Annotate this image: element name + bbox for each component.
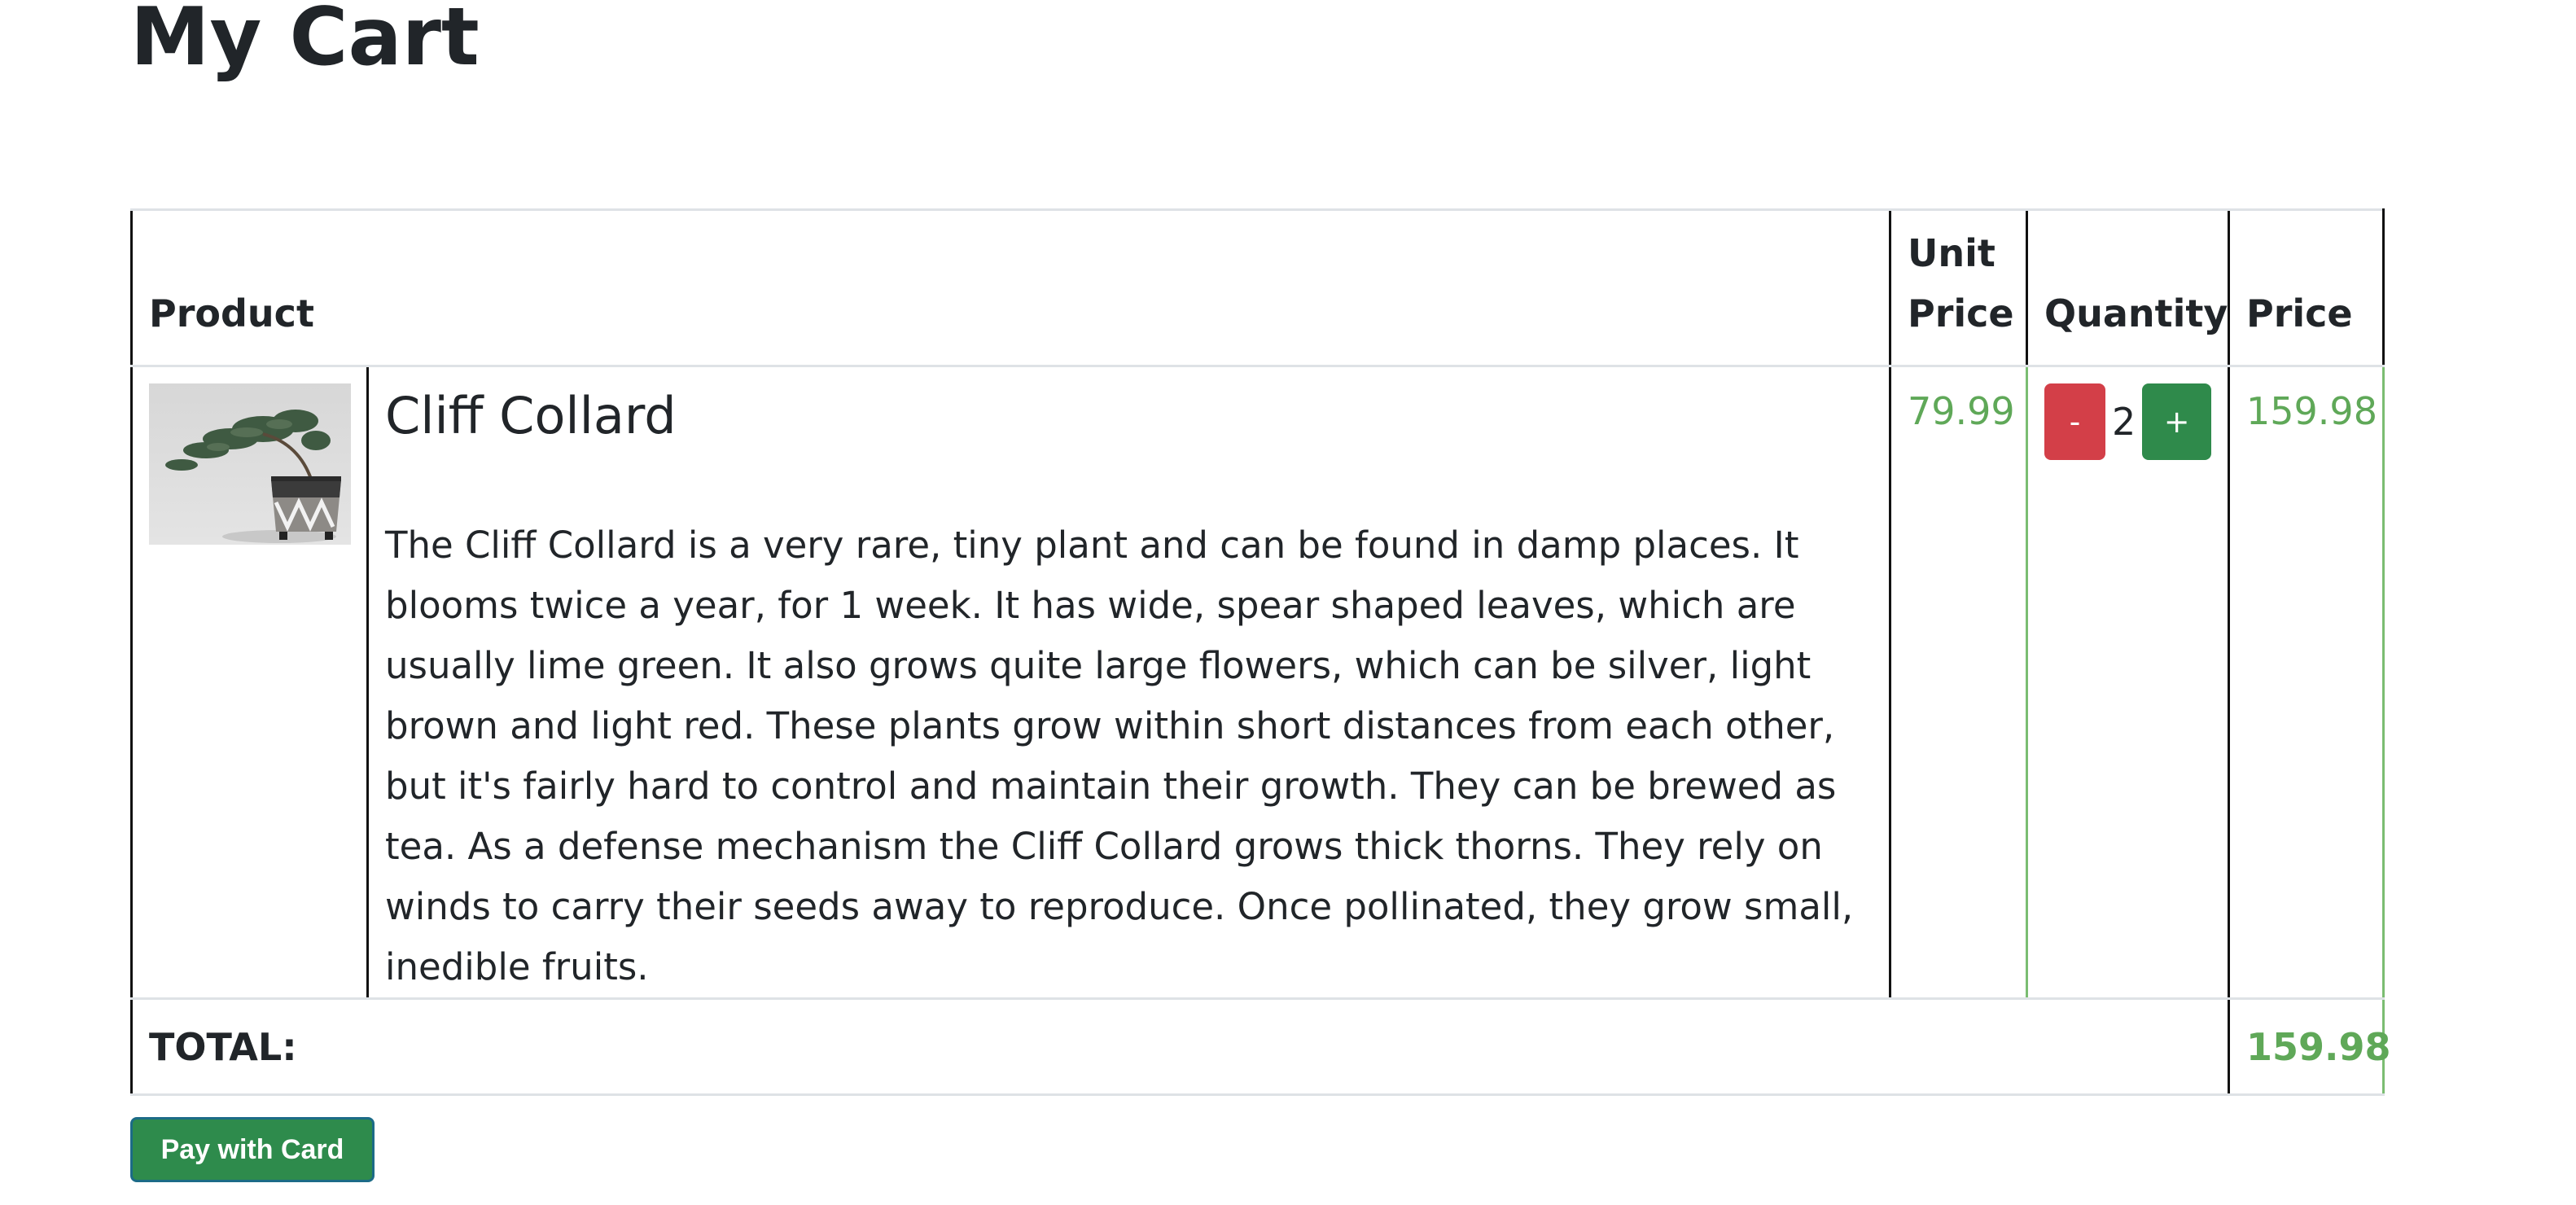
product-name: Cliff Collard xyxy=(385,386,677,445)
header-unit-price-label: Unit Price xyxy=(1908,231,2014,335)
decrease-quantity-button[interactable]: - xyxy=(2044,383,2105,460)
quantity-value: 2 xyxy=(2111,400,2136,444)
increase-quantity-button[interactable]: + xyxy=(2142,383,2212,460)
unit-price-cell: 79.99 xyxy=(1889,366,2027,1000)
product-details-cell: Cliff Collard The Cliff Collard is a ver… xyxy=(366,366,1890,1000)
quantity-stepper: - 2 + xyxy=(2044,383,2212,460)
line-price-value: 159.98 xyxy=(2246,389,2377,433)
header-price: Price xyxy=(2228,208,2385,367)
price-cell: 159.98 xyxy=(2228,366,2385,1000)
product-image-cell xyxy=(130,366,368,1000)
total-label-cell: TOTAL: xyxy=(130,998,2229,1096)
total-row: TOTAL: 159.98 xyxy=(130,998,2391,1096)
cart-page: My Cart Product Unit Price Quantity Pric… xyxy=(0,0,2576,1205)
total-value: 159.98 xyxy=(2246,1024,2391,1069)
product-image xyxy=(149,383,351,545)
header-unit-price: Unit Price xyxy=(1889,208,2027,367)
table-row: Cliff Collard The Cliff Collard is a ver… xyxy=(130,366,2385,1000)
quantity-cell: - 2 + xyxy=(2026,366,2229,1000)
pay-with-card-button[interactable]: Pay with Card xyxy=(130,1117,375,1182)
product-description: The Cliff Collard is a very rare, tiny p… xyxy=(385,524,1854,988)
total-value-cell: 159.98 xyxy=(2228,998,2391,1096)
header-product: Product xyxy=(130,208,1890,367)
unit-price-value: 79.99 xyxy=(1908,389,2015,433)
total-label: TOTAL: xyxy=(149,1024,297,1069)
cart-table: Product Unit Price Quantity Price Cliff … xyxy=(130,208,2391,1096)
page-title: My Cart xyxy=(130,0,480,84)
header-quantity: Quantity xyxy=(2026,208,2229,367)
table-header-row: Product Unit Price Quantity Price xyxy=(130,208,2385,367)
bonsai-plant-image xyxy=(149,383,351,545)
